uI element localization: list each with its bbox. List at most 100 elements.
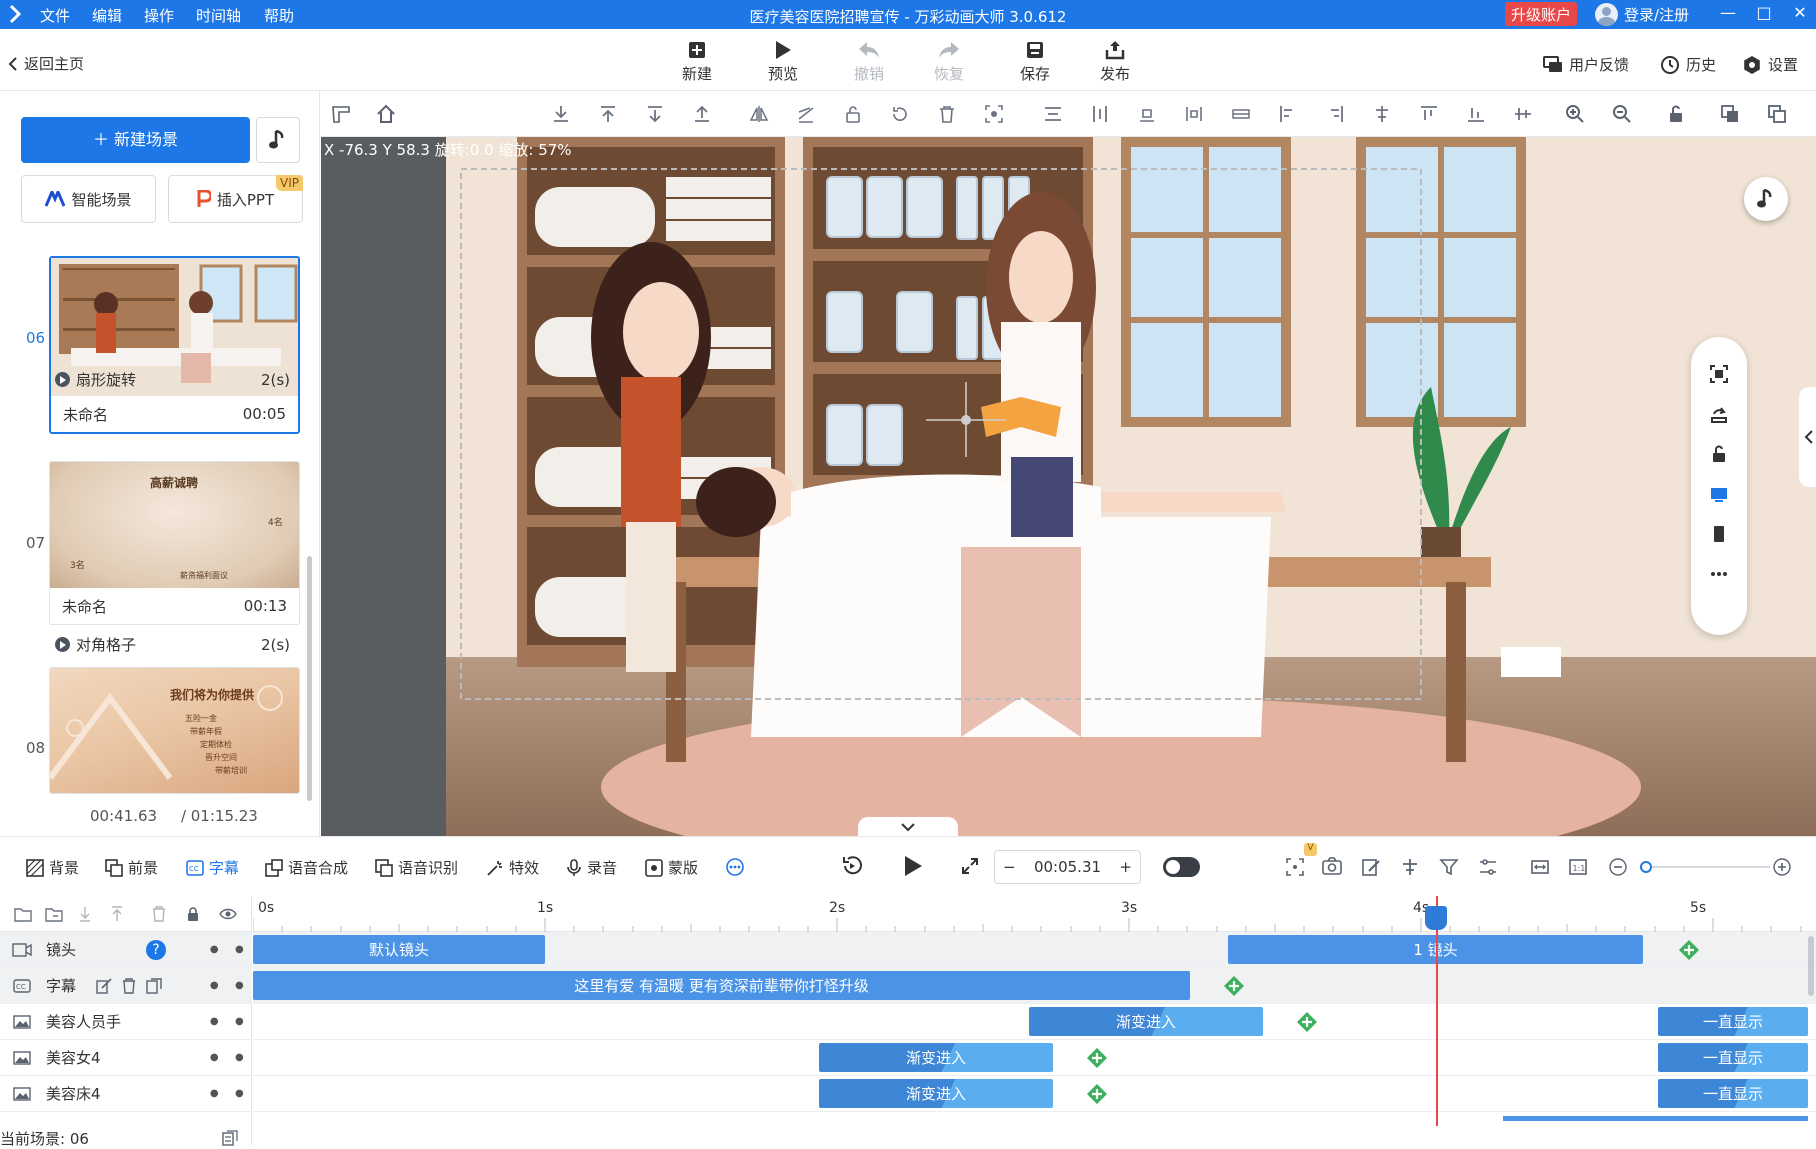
music-float-button[interactable] (1744, 177, 1788, 221)
timeline-clip[interactable]: 默认镜头 (253, 935, 545, 964)
timeline-zoom-in[interactable] (1772, 857, 1792, 877)
home-icon[interactable] (376, 104, 396, 124)
timeline-clip[interactable]: 渐变进入 (819, 1043, 1053, 1072)
smart-scene-button[interactable]: 智能场景 (21, 175, 156, 223)
align-hcenter-icon[interactable] (1372, 104, 1392, 124)
timeline-zoom-out[interactable] (1608, 857, 1628, 877)
same-width-icon[interactable] (1231, 104, 1251, 124)
keyframe-add-icon[interactable] (1678, 939, 1700, 961)
filter-button[interactable] (1439, 857, 1459, 877)
move-up-icon[interactable] (110, 906, 124, 922)
collapse-timeline-button[interactable] (858, 817, 958, 836)
speech-synthesis-button[interactable]: 语音合成 (265, 857, 348, 878)
keyframe-add-icon[interactable] (1086, 1083, 1108, 1105)
more-icon[interactable] (1709, 564, 1729, 584)
rewind-button[interactable] (840, 854, 864, 878)
eye-icon[interactable] (219, 907, 237, 921)
close-icon[interactable]: ✕ (1788, 3, 1812, 25)
screen-portrait-icon[interactable] (1709, 524, 1729, 544)
track-row-camera[interactable]: 镜头 ? ● ● (0, 932, 252, 968)
timeline-clip[interactable]: 一直显示 (1658, 1043, 1808, 1072)
align-center-h-icon[interactable] (1137, 104, 1157, 124)
timeline-clip[interactable]: 一直显示 (1658, 1079, 1808, 1108)
lock-canvas-icon[interactable] (1709, 444, 1729, 464)
track-row-subtitle[interactable]: CC 字幕 ● ● (0, 968, 252, 1004)
align-right-icon[interactable] (1325, 104, 1345, 124)
play-button[interactable] (903, 854, 923, 878)
delete-icon[interactable] (937, 104, 957, 124)
subtitle-button[interactable]: CC 字幕 (186, 857, 239, 878)
scene-card-06[interactable]: 未命名 00:05 (49, 256, 300, 434)
track-lane-camera[interactable]: 默认镜头 1 镜头 (253, 932, 1816, 968)
help-icon[interactable]: ? (146, 940, 166, 960)
split-button[interactable] (1400, 857, 1420, 877)
scene-card-08[interactable]: 我们将为你提供 五险一金 带薪年假 定期体检 晋升空间 带薪培训 (49, 667, 300, 794)
flip-horizontal-icon[interactable] (749, 104, 769, 124)
time-ruler[interactable]: 0s 1s 2s 3s 4s 5s (253, 896, 1816, 932)
flip-vertical-icon[interactable] (796, 104, 816, 124)
keyframe-add-icon[interactable] (1296, 1011, 1318, 1033)
minimize-icon[interactable]: — (1716, 3, 1740, 25)
time-input[interactable]: 00:05.31 (1034, 858, 1101, 876)
preview-button[interactable]: 预览 (753, 39, 813, 84)
zoom-slider-handle[interactable] (1640, 861, 1652, 873)
rotate-canvas-icon[interactable] (1709, 404, 1729, 424)
track-lane[interactable]: 渐变进入 一直显示 (253, 1004, 1816, 1040)
timeline-scrollbar[interactable] (1808, 936, 1814, 996)
canvas-stage[interactable]: X -76.3 Y 58.3 旋转:0.0 缩放: 57% (321, 137, 1816, 836)
timeline-clip[interactable]: 渐变进入 (1029, 1007, 1263, 1036)
paste-icon[interactable] (1767, 104, 1787, 124)
menu-file[interactable]: 文件 (40, 5, 70, 26)
track-row-layer[interactable]: 美容女4 ● ● (0, 1040, 252, 1076)
ruler-icon[interactable] (331, 104, 351, 124)
distribute-vertical-icon[interactable] (1090, 104, 1110, 124)
maximize-icon[interactable]: □ (1752, 3, 1776, 25)
fullscreen-button[interactable] (960, 856, 980, 876)
timeline-clip[interactable]: 这里有爱 有温暖 更有资深前辈带你打怪升级 (253, 971, 1190, 1000)
minus-icon[interactable]: − (1003, 858, 1016, 876)
unlock-icon[interactable] (1666, 104, 1686, 124)
undo-button[interactable]: 撤销 (839, 39, 899, 84)
background-music-button[interactable] (256, 117, 300, 163)
scene-card-07[interactable]: 高薪诚聘 4名 3名 薪资福利面议 未命名 00:13 (49, 461, 300, 625)
back-home-link[interactable]: 返回主页 (8, 53, 84, 74)
align-center-v-icon[interactable] (1184, 104, 1204, 124)
scene-list-scrollbar[interactable] (307, 556, 312, 801)
time-stepper[interactable]: − 00:05.31 + (994, 850, 1141, 884)
timeline-clip[interactable]: 渐变进入 (819, 1079, 1053, 1108)
save-button[interactable]: 保存 (1005, 39, 1065, 84)
delete-subtitle-icon[interactable] (122, 977, 136, 994)
align-vcenter-icon[interactable] (1513, 104, 1533, 124)
transition-item[interactable]: 对角格子 2(s) (55, 634, 290, 655)
align-bottom-icon[interactable] (551, 104, 571, 124)
copy-icon[interactable] (1720, 104, 1740, 124)
new-folder-icon[interactable] (14, 906, 32, 922)
distribute-horizontal-icon[interactable] (1043, 104, 1063, 124)
align-left-icon[interactable] (1278, 104, 1298, 124)
fit-timeline-button[interactable] (1530, 857, 1550, 877)
track-row-layer[interactable]: 美容床4 ● ● (0, 1076, 252, 1112)
rotate-icon[interactable] (890, 104, 910, 124)
zoom-in-icon[interactable] (1565, 104, 1585, 124)
new-button[interactable]: 新建 (667, 39, 727, 84)
align-middle-down-icon[interactable] (645, 104, 665, 124)
login-register-button[interactable]: 登录/注册 (1595, 3, 1689, 26)
menu-help[interactable]: 帮助 (264, 5, 294, 26)
side-panel-toggle[interactable] (1799, 387, 1816, 487)
menu-operate[interactable]: 操作 (144, 5, 174, 26)
foreground-button[interactable]: 前景 (105, 857, 158, 878)
fit-screen-icon[interactable] (1709, 364, 1729, 384)
keyframe-add-icon[interactable] (1086, 1047, 1108, 1069)
screenshot-icon[interactable] (984, 104, 1004, 124)
redo-button[interactable]: 恢复 (919, 39, 979, 84)
publish-button[interactable]: 发布 (1085, 39, 1145, 84)
track-lane[interactable]: 渐变进入 一直显示 (253, 1076, 1816, 1112)
zoom-out-icon[interactable] (1612, 104, 1632, 124)
camera-button[interactable] (1322, 857, 1342, 875)
track-lane-subtitle[interactable]: 这里有爱 有温暖 更有资深前辈带你打怪升级 (253, 968, 1816, 1004)
timeline-clip-partial[interactable] (1658, 1116, 1808, 1121)
track-row-layer[interactable]: 美容人员手 ● ● (0, 1004, 252, 1040)
speech-recognition-button[interactable]: 语音识别 (375, 857, 458, 878)
track-lane[interactable]: 渐变进入 一直显示 (253, 1040, 1816, 1076)
adjust-button[interactable] (1478, 857, 1498, 877)
